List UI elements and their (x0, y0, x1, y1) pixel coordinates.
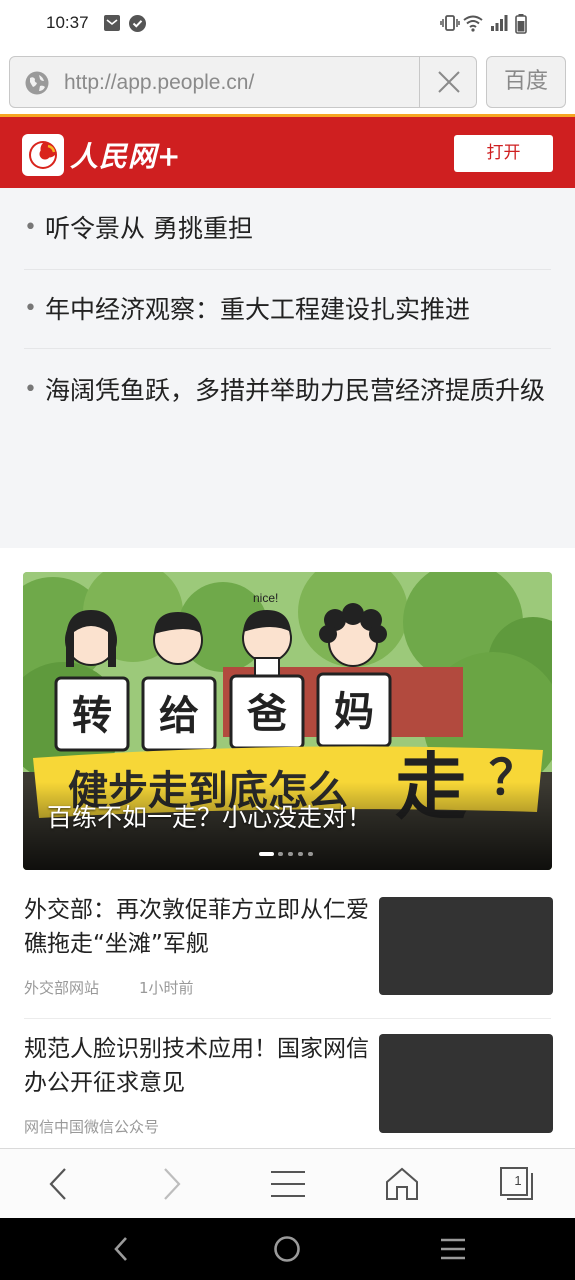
bullet: • (24, 215, 37, 240)
card-label: 转 (72, 693, 112, 739)
divider (24, 269, 551, 270)
check-badge-icon (128, 14, 147, 37)
article-thumbnail[interactable] (379, 897, 553, 995)
headline-item[interactable]: • 听令景从 勇挑重担 (24, 209, 549, 249)
battery-icon (515, 14, 527, 38)
menu-button[interactable] (258, 1149, 318, 1219)
article-title[interactable]: 外交部：再次敦促菲方立即从仁爱礁拖走“坐滩”军舰 (24, 893, 369, 961)
article-time: 1小时前 (139, 979, 194, 997)
headline-text[interactable]: 年中经济观察：重大工程建设扎实推进 (45, 290, 550, 329)
article-source: 网信中国微信公众号 (24, 1118, 160, 1136)
people-logo-icon[interactable] (22, 134, 64, 176)
headline-text[interactable]: 听令景从 勇挑重担 (45, 209, 550, 248)
carousel-dot[interactable] (288, 852, 293, 856)
carousel-dot[interactable] (298, 852, 303, 856)
nav-back-button[interactable] (86, 1218, 156, 1280)
divider (24, 1018, 551, 1019)
system-navigation-bar (0, 1218, 575, 1280)
bullet: • (24, 377, 37, 402)
nav-recents-button[interactable] (418, 1218, 488, 1280)
screen: 10:37 http://app.people.cn/ 百度 人民网+ 打开 •… (0, 0, 575, 1280)
carousel-dot-active[interactable] (259, 852, 274, 856)
nav-home-button[interactable] (252, 1218, 322, 1280)
article-thumbnail[interactable] (379, 1034, 553, 1133)
nice-text: nice! (253, 591, 278, 605)
url-field[interactable]: http://app.people.cn/ (9, 56, 477, 108)
message-icon (103, 14, 121, 36)
card-label: 爸 (246, 691, 287, 737)
home-button[interactable] (372, 1149, 432, 1219)
globe-icon (24, 70, 50, 100)
forward-button[interactable] (142, 1149, 202, 1219)
divider (24, 348, 551, 349)
back-button[interactable] (28, 1149, 88, 1219)
headline-item[interactable]: • 年中经济观察：重大工程建设扎实推进 (24, 290, 549, 330)
headline-text[interactable]: 海阔凭鱼跃，多措并举助力民营经济提质升级 (45, 371, 550, 410)
article-source: 外交部网站 (24, 979, 100, 997)
wifi-icon (463, 14, 483, 36)
clear-url-button[interactable] (419, 57, 477, 107)
featured-banner[interactable]: nice! 转 给 爸 妈 健步走到底怎么 走 ？ 百练不如一走？小心没走对！ (23, 572, 552, 870)
carousel-dot[interactable] (278, 852, 283, 856)
card-label: 妈 (334, 689, 374, 735)
carousel-dot[interactable] (308, 852, 313, 856)
baidu-search-button[interactable]: 百度 (486, 56, 566, 108)
status-time: 10:37 (46, 13, 89, 32)
browser-toolbar: 1 (0, 1148, 575, 1218)
vibrate-icon (440, 14, 460, 36)
tabs-button[interactable]: 1 (487, 1149, 547, 1219)
signal-icon (490, 14, 508, 36)
browser-address-bar: http://app.people.cn/ 百度 (0, 48, 575, 114)
article-item[interactable]: 规范人脸识别技术应用！国家网信办公开征求意见 网信中国微信公众号 (24, 1032, 553, 1142)
banner-caption[interactable]: 百练不如一走？小心没走对！ (47, 798, 372, 834)
headline-item[interactable]: • 海阔凭鱼跃，多措并举助力民营经济提质升级 (24, 371, 549, 451)
status-bar: 10:37 (0, 0, 575, 48)
article-item[interactable]: 外交部：再次敦促菲方立即从仁爱礁拖走“坐滩”军舰 外交部网站 1小时前 (24, 893, 553, 1003)
tab-count: 1 (514, 1173, 522, 1188)
site-header: 人民网+ 打开 (0, 114, 575, 188)
bullet: • (24, 296, 37, 321)
card-label: 给 (159, 693, 199, 739)
site-logo-text[interactable]: 人民网+ (70, 135, 181, 175)
article-title[interactable]: 规范人脸识别技术应用！国家网信办公开征求意见 (24, 1032, 369, 1100)
headline-list: • 听令景从 勇挑重担 • 年中经济观察：重大工程建设扎实推进 • 海阔凭鱼跃，… (0, 188, 575, 548)
open-app-button[interactable]: 打开 (454, 135, 553, 172)
url-text[interactable]: http://app.people.cn/ (64, 71, 254, 95)
